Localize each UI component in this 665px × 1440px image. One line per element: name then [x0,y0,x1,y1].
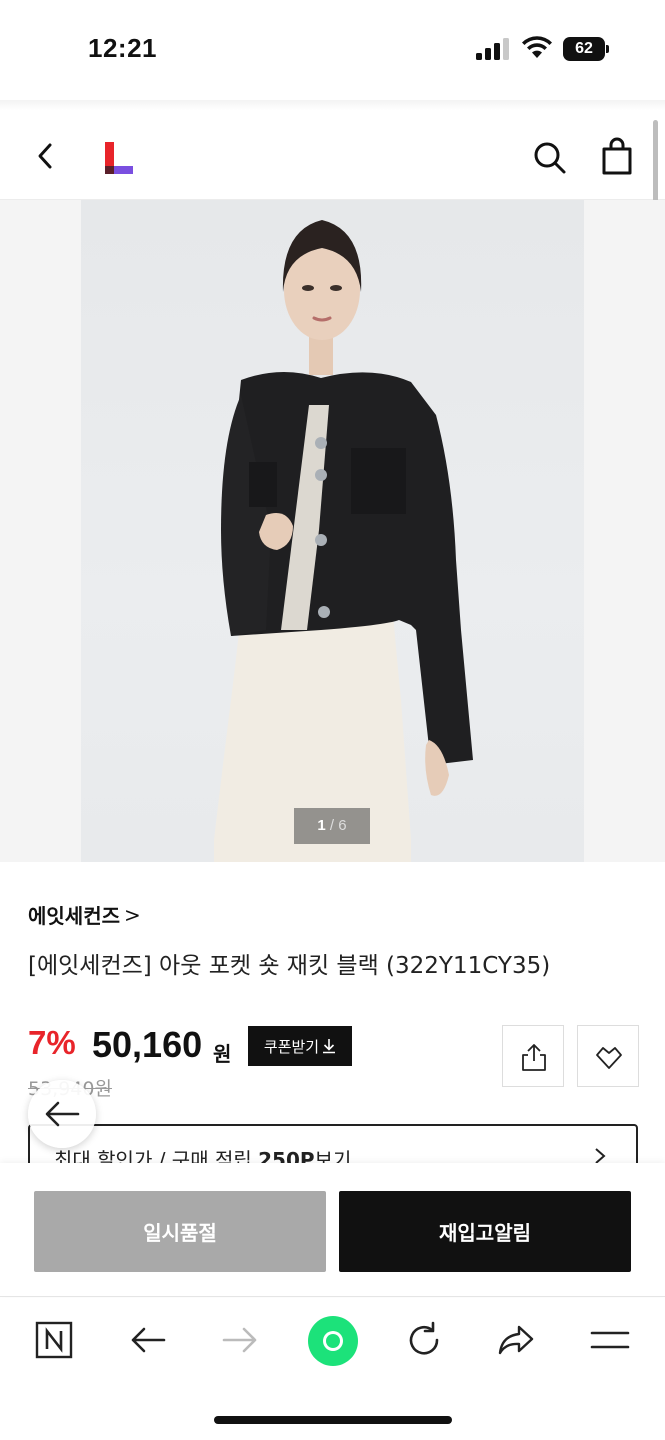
purchase-action-bar: 일시품절 재입고알림 [0,1163,665,1297]
product-photo [81,200,584,862]
shopping-bag-icon [602,137,632,175]
search-icon [534,142,566,174]
naver-home-button[interactable] [32,1318,76,1362]
sale-price: 50,160 [92,1024,203,1065]
image-total-count: 6 [338,817,347,834]
menu-button[interactable] [588,1318,632,1362]
discount-rate: 7% [28,1024,76,1061]
wifi-icon [522,36,552,58]
restock-alert-button[interactable]: 재입고알림 [339,1191,631,1272]
browser-back-button[interactable] [126,1318,170,1362]
cellular-signal-icon [476,38,509,60]
chevron-left-icon [38,143,52,169]
green-dot-button[interactable] [308,1316,358,1366]
wishlist-button[interactable] [577,1025,639,1087]
soldout-button[interactable]: 일시품절 [34,1191,326,1272]
share-arrow-icon [498,1325,534,1355]
browser-share-button[interactable] [494,1318,538,1362]
home-indicator[interactable] [214,1416,452,1424]
app-header [0,110,665,200]
image-counter-separator: / [325,817,339,834]
price-unit: 원 [213,1042,232,1066]
coupon-label: 쿠폰받기 [263,1037,320,1056]
reload-icon [409,1321,439,1355]
coupon-download-button[interactable]: 쿠폰받기 [248,1026,352,1066]
image-current-index: 1 [317,817,326,834]
search-button[interactable] [530,138,568,176]
arrow-left-icon [45,1101,80,1127]
battery-level: 62 [563,37,605,61]
back-button[interactable] [28,138,64,174]
brand-link[interactable]: 에잇세컨즈 > [28,900,141,929]
naver-n-icon [35,1321,73,1359]
share-icon [522,1044,546,1071]
status-time: 12:21 [88,33,157,63]
image-counter: 1 / 6 [294,808,370,844]
floating-back-button[interactable] [28,1080,96,1148]
arrow-right-icon [222,1327,257,1353]
reload-button[interactable] [402,1318,446,1362]
lotte-logo[interactable] [104,140,134,176]
download-icon [323,1039,336,1054]
shopping-bag-button[interactable] [598,136,636,176]
arrow-left-icon [131,1327,166,1353]
browser-forward-button[interactable] [218,1318,262,1362]
heart-icon [596,1047,622,1069]
battery-icon: 62 [563,37,609,61]
chevron-right-icon: > [124,902,141,927]
brand-name: 에잇세컨즈 [28,904,120,928]
status-bar: 12:21 62 [0,0,665,100]
product-title: [에잇세컨즈] 아웃 포켓 숏 재킷 블랙 (322Y11CY35) [28,953,551,979]
model-illustration [214,220,473,862]
hamburger-menu-icon [590,1331,630,1349]
product-image-carousel[interactable] [0,200,665,862]
share-button[interactable] [502,1025,564,1087]
